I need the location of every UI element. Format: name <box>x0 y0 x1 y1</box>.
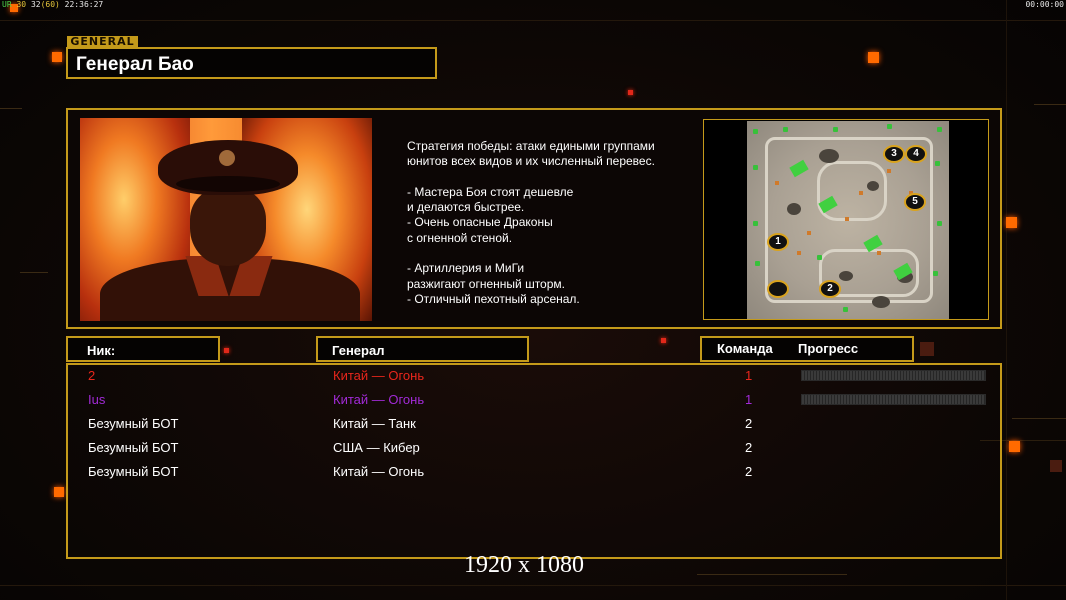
player-general: США — Кибер <box>333 440 420 455</box>
start-position-1: 1 <box>767 233 789 251</box>
bg-square <box>868 52 879 63</box>
player-nick: Безумный БОТ <box>88 440 179 455</box>
bg-square <box>224 348 229 353</box>
player-nick: Безумный БОТ <box>88 464 179 479</box>
bg-square <box>1006 217 1017 228</box>
player-general: Китай — Огонь <box>333 464 425 479</box>
nick-header: Ник: <box>87 343 116 358</box>
bg-square <box>1009 441 1020 452</box>
progress-header: Прогресс <box>798 341 859 356</box>
player-team: 1 <box>745 368 753 383</box>
fps-value: 30 <box>16 0 27 9</box>
resolution-label: 1920 x 1080 <box>464 552 584 578</box>
bg-square <box>1050 460 1062 472</box>
bg-line <box>697 574 847 575</box>
team-header: Команда <box>717 341 773 356</box>
map-preview: 1 2 3 4 5 <box>703 119 989 320</box>
start-position-3: 3 <box>883 145 905 163</box>
player-nick: 2 <box>88 368 96 383</box>
start-position-4: 4 <box>905 145 927 163</box>
fps-label: UR <box>2 0 12 9</box>
map-image: 1 2 3 4 5 <box>747 121 949 319</box>
general-header: Генерал <box>332 343 385 358</box>
general-name: Генерал Бао <box>76 54 194 75</box>
bg-line <box>0 108 22 109</box>
player-row: 2 Китай — Огонь 1 <box>68 365 1004 389</box>
player-row: Безумный БОТ Китай — Огонь 2 <box>68 461 1004 485</box>
bg-line <box>1012 418 1066 419</box>
bg-square <box>52 52 62 62</box>
fps-target: (60) <box>40 0 60 9</box>
bg-line <box>1034 104 1066 105</box>
general-portrait <box>80 118 372 321</box>
player-team: 2 <box>745 416 753 431</box>
general-header-box: Генерал <box>316 336 529 362</box>
player-progress-bar <box>801 370 986 381</box>
player-row: Безумный БОТ США — Кибер 2 <box>68 437 1004 461</box>
nick-header-box: Ник: <box>66 336 220 362</box>
player-general: Китай — Танк <box>333 416 416 431</box>
player-nick: Ius <box>88 392 106 407</box>
clock: 22:36:27 <box>64 0 104 9</box>
bg-line <box>0 585 1066 586</box>
general-description: Стратегия победы: атаки едиными группами… <box>407 139 655 306</box>
fps-value: 32 <box>30 0 41 9</box>
player-nick: Безумный БОТ <box>88 416 179 431</box>
player-team: 1 <box>745 392 753 407</box>
start-position-5: 5 <box>904 193 926 211</box>
player-team: 2 <box>745 440 753 455</box>
bg-square <box>920 342 934 356</box>
player-row: Безумный БОТ Китай — Танк 2 <box>68 413 1004 437</box>
bg-square <box>54 487 64 497</box>
game-timer: 00:00:00 <box>1025 0 1064 9</box>
player-team: 2 <box>745 464 753 479</box>
loading-screen: UR 30 32(60) 22:36:27 00:00:00 GENERAL Г… <box>0 0 1066 600</box>
bg-line <box>20 272 48 273</box>
player-list: 2 Китай — Огонь 1 Ius Китай — Огонь 1 Бе… <box>66 363 1002 559</box>
player-progress-bar <box>801 394 986 405</box>
bg-line <box>1006 0 1007 600</box>
bg-line <box>0 20 1066 21</box>
team-progress-header-box: Команда Прогресс <box>700 336 914 362</box>
bg-square <box>628 90 633 95</box>
player-general: Китай — Огонь <box>333 392 425 407</box>
fps-counter: UR 30 32(60) 22:36:27 <box>2 0 103 9</box>
player-row: Ius Китай — Огонь 1 <box>68 389 1004 413</box>
player-general: Китай — Огонь <box>333 368 425 383</box>
bg-square <box>661 338 666 343</box>
general-title-box: Генерал Бао <box>66 47 437 79</box>
start-position-2: 2 <box>819 280 841 298</box>
start-position-empty <box>767 280 789 298</box>
